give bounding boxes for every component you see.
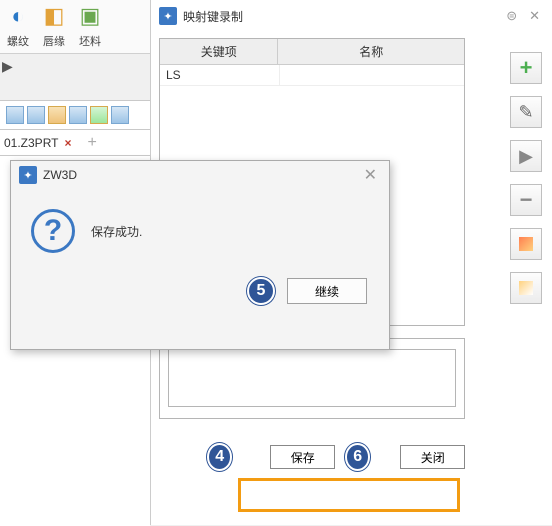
callout-4: 4	[207, 443, 232, 471]
dialog-message: 保存成功.	[91, 223, 142, 240]
panel-titlebar: ✦ 映射键录制 ⊜ ✕	[151, 0, 552, 32]
panel-close-icon[interactable]: ✕	[525, 6, 544, 26]
thread-icon: ◐	[3, 3, 33, 33]
description-input[interactable]	[168, 349, 456, 407]
stock-icon: ▣	[75, 3, 105, 33]
cell-name	[280, 65, 464, 86]
midbar-btn-1[interactable]	[6, 106, 24, 124]
description-group: 描述	[159, 338, 465, 419]
ribbon-item-thread[interactable]: ◐ 螺纹	[0, 0, 36, 53]
message-dialog: ✦ ZW3D ✕ ? 保存成功. 5 继续	[10, 160, 390, 350]
file-tab-label: 01.Z3PRT	[4, 136, 58, 150]
callout-6: 6	[345, 443, 370, 471]
ribbon-label: 唇缘	[43, 33, 65, 49]
col-key-header[interactable]: 关键项	[160, 39, 278, 64]
question-icon: ?	[31, 209, 75, 253]
new-tab-button[interactable]: +	[87, 134, 96, 152]
side-toolbar: + ✎ ▶ −	[510, 52, 544, 304]
callout-5: 5	[247, 277, 275, 305]
file-tab[interactable]: 01.Z3PRT ×	[4, 136, 71, 150]
play-button[interactable]: ▶	[510, 140, 542, 172]
add-button[interactable]: +	[510, 52, 542, 84]
continue-button[interactable]: 继续	[287, 278, 367, 304]
midbar-btn-6[interactable]	[111, 106, 129, 124]
midbar-btn-5[interactable]	[90, 106, 108, 124]
midbar-btn-4[interactable]	[69, 106, 87, 124]
panel-icon: ✦	[159, 7, 177, 25]
close-icon[interactable]: ×	[64, 136, 71, 150]
ribbon-item-stock[interactable]: ▣ 坯料	[72, 0, 108, 53]
cell-key: LS	[160, 65, 280, 86]
ribbon-item-lip[interactable]: ◧ 唇缘	[36, 0, 72, 53]
dialog-close-icon[interactable]: ✕	[360, 165, 381, 185]
save-button[interactable]: 保存	[270, 445, 335, 469]
dialog-title: ZW3D	[43, 168, 77, 182]
document-tabs: 01.Z3PRT × +	[0, 130, 150, 156]
midbar-btn-2[interactable]	[27, 106, 45, 124]
ribbon: ◐ 螺纹 ◧ 唇缘 ▣ 坯料	[0, 0, 150, 54]
import-icon	[519, 281, 533, 295]
midbar	[0, 100, 150, 130]
edit-button[interactable]: ✎	[510, 96, 542, 128]
panel-title: 映射键录制	[183, 8, 243, 25]
remove-button[interactable]: −	[510, 184, 542, 216]
midbar-btn-3[interactable]	[48, 106, 66, 124]
import-button[interactable]	[510, 272, 542, 304]
ribbon-label: 螺纹	[7, 33, 29, 49]
panel-help-icon[interactable]: ⊜	[502, 6, 521, 26]
dialog-titlebar: ✦ ZW3D ✕	[11, 161, 389, 189]
export-button[interactable]	[510, 228, 542, 260]
close-button[interactable]: 关闭	[400, 445, 465, 469]
export-icon	[519, 237, 533, 251]
lip-icon: ◧	[39, 3, 69, 33]
table-row[interactable]: LS	[160, 65, 464, 86]
breadcrumb-arrow-icon[interactable]: ▶	[2, 58, 13, 75]
col-name-header[interactable]: 名称	[278, 39, 464, 64]
ribbon-label: 坯料	[79, 33, 101, 49]
dialog-icon: ✦	[19, 166, 37, 184]
